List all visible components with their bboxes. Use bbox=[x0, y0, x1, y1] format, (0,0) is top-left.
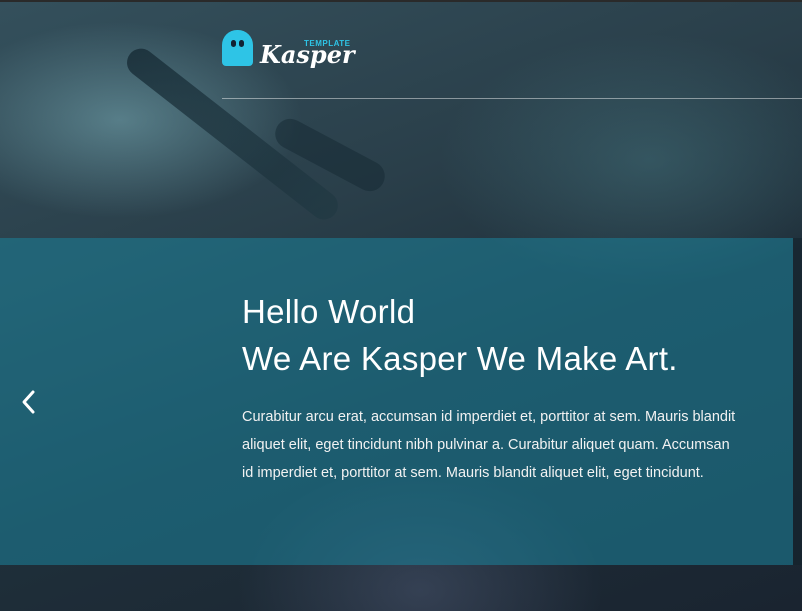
slider-prev-button[interactable] bbox=[20, 388, 40, 416]
chevron-left-icon bbox=[22, 390, 35, 414]
logo-name-text: Kasper bbox=[260, 40, 355, 69]
header-divider bbox=[222, 98, 802, 99]
hero-slide-overlay bbox=[0, 238, 793, 565]
top-border bbox=[0, 0, 802, 2]
ghost-icon bbox=[222, 30, 253, 66]
hero-subtitle: We Are Kasper We Make Art. bbox=[242, 340, 678, 377]
logo[interactable]: TEMPLATE Kasper bbox=[222, 30, 355, 70]
hero-title: Hello World bbox=[242, 293, 416, 330]
next-slide-edge bbox=[793, 238, 802, 565]
hero-description: Curabitur arcu erat, accumsan id imperdi… bbox=[242, 409, 736, 481]
